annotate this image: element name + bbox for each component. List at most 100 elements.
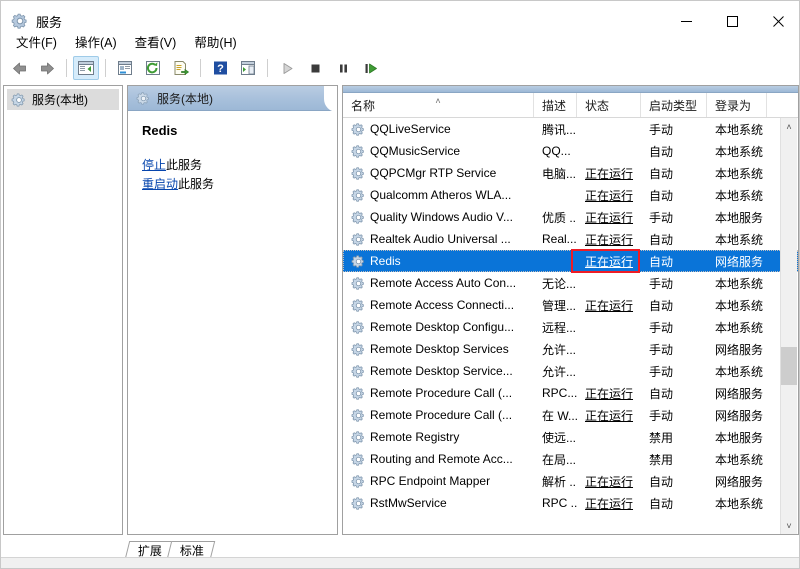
service-gear-icon (351, 342, 366, 357)
service-gear-icon (351, 276, 366, 291)
service-gear-icon (351, 254, 366, 269)
service-name-cell: QQMusicService (343, 144, 534, 159)
start-service-icon[interactable] (274, 56, 300, 80)
service-logon-as-cell: 本地系统 (715, 298, 764, 313)
menu-view[interactable]: 查看(V) (126, 29, 186, 54)
table-row[interactable]: Quality Windows Audio V... 优质 ... 正在运行 手动 本地… (343, 206, 798, 228)
table-row[interactable]: RstMwService RPC ... 正在运行 自动 本地系统 (343, 492, 798, 514)
scroll-down-button[interactable]: ˅ (781, 517, 797, 534)
sidebar-item-services-local[interactable]: 服务(本地) (7, 89, 119, 110)
service-name-label: RstMwService (370, 496, 447, 510)
service-startup-type-cell: 自动 (649, 496, 674, 511)
service-name-label: Remote Desktop Service... (370, 364, 513, 378)
service-name-label: Remote Access Connecti... (370, 298, 515, 312)
service-gear-icon (351, 122, 366, 137)
service-name-cell: Realtek Audio Universal ... (343, 232, 534, 247)
refresh-icon[interactable] (140, 56, 166, 80)
service-logon-as-cell: 本地系统 (715, 496, 764, 511)
service-gear-icon (351, 364, 366, 379)
service-gear-icon (351, 452, 366, 467)
menu-bar: 文件(F) 操作(A) 查看(V) 帮助(H) (1, 29, 799, 54)
table-row[interactable]: QQMusicService QQ... 自动 本地系统 (343, 140, 798, 162)
toolbar-separator (267, 59, 268, 77)
table-row[interactable]: Remote Desktop Service... 允许... 手动 本地系统 (343, 360, 798, 382)
stop-this-service-line: 停止此服务 (142, 156, 323, 175)
table-row[interactable]: QQLiveService 腾讯... 手动 本地系统 (343, 118, 798, 140)
scroll-up-button[interactable]: ˄ (781, 118, 797, 135)
help-icon[interactable]: ? (207, 56, 233, 80)
restart-this-service-link[interactable]: 重启动 (142, 177, 178, 191)
restart-service-icon[interactable] (358, 56, 384, 80)
forward-arrow-icon[interactable] (34, 56, 60, 80)
service-gear-icon (351, 430, 366, 445)
pause-service-icon[interactable] (330, 56, 356, 80)
column-header-3[interactable]: 启动类型 (641, 93, 707, 117)
column-header-filler (767, 93, 798, 117)
service-logon-as-cell: 网络服务 (715, 408, 764, 423)
table-row[interactable]: Remote Procedure Call (... RPC... 正在运行 自动 网络… (343, 382, 798, 404)
service-name-cell: RstMwService (343, 496, 534, 511)
service-gear-icon (351, 496, 366, 511)
services-mmc-window: 服务 文件(F) 操作(A) 查看(V) 帮助(H) ? 服务(本地) 服务(本… (0, 0, 800, 569)
service-logon-as-cell: 本地系统 (715, 232, 764, 247)
toolbar-separator (200, 59, 201, 77)
table-row[interactable]: Secondary Logon在不... 手动本地系统 (343, 514, 798, 518)
service-name-cell: Routing and Remote Acc... (343, 452, 534, 467)
table-row[interactable]: Remote Desktop Configu... 远程... 手动 本地系统 (343, 316, 798, 338)
service-gear-icon (351, 518, 366, 519)
service-description-cell: 无论... (542, 276, 577, 291)
service-name-label: QQMusicService (370, 144, 461, 158)
list-vertical-scrollbar[interactable]: ˄ ˅ (780, 118, 797, 534)
service-gear-icon (351, 144, 366, 159)
table-row[interactable]: Redis 正在运行 自动 网络服务 (343, 250, 798, 272)
back-arrow-icon[interactable] (6, 56, 32, 80)
service-status-cell: 正在运行 (577, 495, 641, 512)
properties-icon[interactable] (112, 56, 138, 80)
service-status-cell: 正在运行 (577, 407, 641, 424)
service-logon-as-cell: 网络服务 (715, 342, 764, 357)
column-header-label: 启动类型 (649, 98, 698, 113)
column-header-2[interactable]: 状态 (577, 93, 641, 117)
selected-service-name: Redis (142, 123, 178, 138)
service-description-cell: 腾讯... (542, 122, 577, 137)
service-description-cell: 使远... (542, 430, 577, 445)
service-status-cell: 正在运行 (577, 253, 641, 270)
table-row[interactable]: Routing and Remote Acc... 在局... 禁用 本地系统 (343, 448, 798, 470)
service-logon-as-cell: 本地系统 (715, 166, 764, 181)
column-header-4[interactable]: 登录为 (707, 93, 767, 117)
show-hide-tree-icon[interactable] (73, 56, 99, 80)
service-startup-type-cell: 自动 (649, 254, 674, 269)
service-name-cell: Qualcomm Atheros WLA... (343, 188, 534, 203)
service-name-cell: Secondary Logon (343, 518, 534, 519)
table-row[interactable]: Realtek Audio Universal ... Real... 正在运行 自动… (343, 228, 798, 250)
service-description-cell: Real... (542, 232, 577, 246)
table-row[interactable]: Qualcomm Atheros WLA... 正在运行 自动 本地系统 (343, 184, 798, 206)
table-row[interactable]: QQPCMgr RTP Service 电脑... 正在运行 自动 本地系统 (343, 162, 798, 184)
table-row[interactable]: Remote Procedure Call (... 在 W... 正在运行 手动 网络… (343, 404, 798, 426)
stop-this-service-link[interactable]: 停止 (142, 158, 166, 172)
table-row[interactable]: Remote Desktop Services 允许... 手动 网络服务 (343, 338, 798, 360)
table-row[interactable]: Remote Access Connecti... 管理... 正在运行 自动 本地系统 (343, 294, 798, 316)
service-startup-type-cell: 自动 (649, 232, 674, 247)
service-startup-type-cell: 自动 (649, 188, 674, 203)
column-header-1[interactable]: 描述 (534, 93, 577, 117)
table-row[interactable]: Remote Registry 使远... 禁用 本地服务 (343, 426, 798, 448)
export-list-icon[interactable] (168, 56, 194, 80)
scrollbar-thumb[interactable] (781, 347, 797, 385)
menu-help[interactable]: 帮助(H) (185, 29, 245, 54)
service-gear-icon (351, 320, 366, 335)
menu-action[interactable]: 操作(A) (66, 29, 126, 54)
service-name-cell: RPC Endpoint Mapper (343, 474, 534, 489)
column-header-0[interactable]: 名称 ˄ (343, 93, 534, 117)
detail-pane-title: 服务(本地) (157, 91, 213, 106)
service-status-label: 正在运行 (585, 166, 634, 181)
service-gear-icon (351, 166, 366, 181)
table-row[interactable]: Remote Access Auto Con... 无论... 手动 本地系统 (343, 272, 798, 294)
scrollbar-track[interactable] (781, 135, 797, 517)
menu-file[interactable]: 文件(F) (7, 29, 66, 54)
service-status-cell: 正在运行 (577, 187, 641, 204)
stop-service-icon[interactable] (302, 56, 328, 80)
table-row[interactable]: RPC Endpoint Mapper 解析 ... 正在运行 自动 网络服务 (343, 470, 798, 492)
show-action-pane-icon[interactable] (235, 56, 261, 80)
service-name-label: Remote Desktop Services (370, 342, 509, 356)
